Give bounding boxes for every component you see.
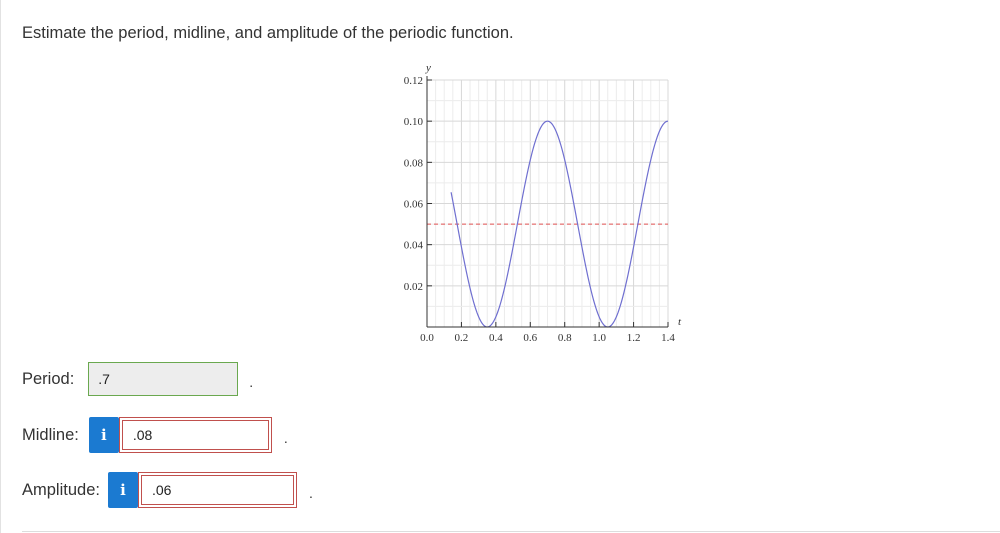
period-input[interactable]: .7 [88,362,239,396]
amplitude-input[interactable]: .06 [140,475,294,505]
amplitude-trailing-dot: . [308,485,313,501]
midline-input-frame: .08 [118,417,272,453]
y-tick-label: 0.04 [404,240,424,252]
midline-info-icon[interactable]: i [88,417,119,453]
amplitude-row: Amplitude: i .06 . [22,472,313,508]
x-tick-label: 0.0 [420,332,434,344]
chart-grid [426,79,669,328]
amplitude-label: Amplitude: [22,480,100,499]
amplitude-input-frame: .06 [137,472,297,508]
midline-input[interactable]: .08 [121,420,269,450]
x-tick-label: 0.4 [489,332,503,344]
periodic-function-graph: 0.02 0.04 0.06 0.08 0.10 0.12 0.0 0.2 0.4 0.6 0.8 1… [404,62,682,344]
x-tick-label: 0.2 [455,332,469,344]
y-tick-label: 0.12 [404,75,423,87]
bottom-divider [22,531,1000,532]
period-trailing-dot: . [249,374,254,390]
x-tick-label: 0.6 [523,332,537,344]
question-prompt: Estimate the period, midline, and amplit… [22,24,514,42]
x-axis-label: t [678,316,682,328]
y-axis-label: y [425,62,431,74]
x-tick-label: 0.8 [558,332,572,344]
midline-label: Midline: [22,425,79,444]
x-tick-label: 1.4 [661,332,675,344]
period-label: Period: [22,369,75,388]
y-tick-label: 0.06 [404,199,424,211]
left-border [0,0,1,533]
x-tick-label: 1.0 [592,332,606,344]
midline-row: Midline: i .08 . [22,417,288,453]
y-tick-label: 0.10 [404,116,424,128]
y-tick-label: 0.02 [404,281,423,293]
y-tick-label: 0.08 [404,157,424,169]
midline-trailing-dot: . [283,430,288,446]
x-tick-label: 1.2 [627,332,641,344]
period-row: Period: .7 . [22,362,253,396]
amplitude-info-icon[interactable]: i [107,472,138,508]
